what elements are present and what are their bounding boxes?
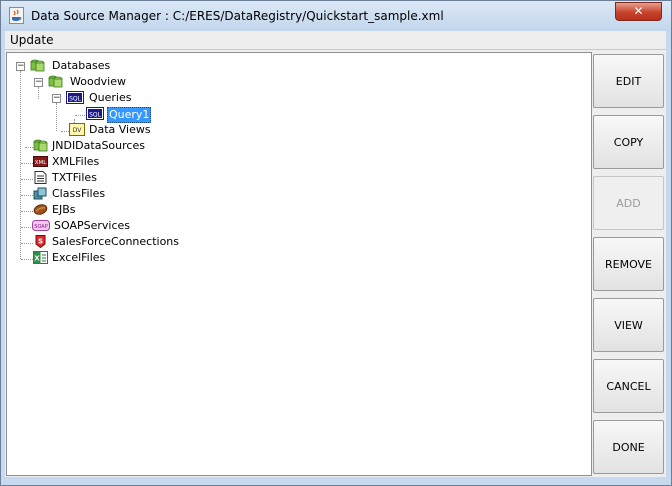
tree-item-woodview[interactable]: Woodview [70, 75, 126, 89]
tree-item-ejbs[interactable]: EJBs [52, 203, 75, 217]
svg-text:SQL: SQL [69, 96, 82, 103]
tree-connector [21, 163, 33, 164]
tree-connector [21, 211, 33, 212]
edit-button[interactable]: EDIT [593, 54, 664, 108]
text-file-icon [34, 171, 47, 184]
close-icon: ✕ [633, 4, 644, 18]
tree-item-soap-services[interactable]: SOAPServices [54, 219, 130, 233]
tree-connector [56, 103, 57, 131]
tree-connector [21, 243, 33, 244]
tree-connector [21, 179, 33, 180]
tree-connector [21, 259, 33, 260]
tree-item-xml-files[interactable]: XMLFiles [52, 155, 99, 169]
tree-connector [21, 195, 33, 196]
class-file-icon [33, 187, 47, 200]
sql-query-icon: SQL [86, 107, 104, 120]
add-button[interactable]: ADD [593, 176, 664, 230]
tree-item-excel-files[interactable]: ExcelFiles [52, 251, 105, 265]
tree-item-class-files[interactable]: ClassFiles [52, 187, 105, 201]
tree-item-txt-files[interactable]: TXTFiles [52, 171, 97, 185]
menu-update[interactable]: Update [10, 33, 53, 47]
tree-connector [20, 71, 21, 259]
copy-button[interactable]: COPY [593, 115, 664, 169]
svg-text:XML: XML [35, 160, 48, 166]
title-bar[interactable]: Data Source Manager : C:/ERES/DataRegist… [1, 1, 671, 31]
tree-item-queries[interactable]: Queries [89, 91, 131, 105]
tree-item-query1[interactable]: Query1 [107, 107, 152, 123]
done-button[interactable]: DONE [593, 420, 664, 474]
jndi-database-icon [33, 139, 48, 152]
tree-connector [61, 131, 69, 132]
window-title: Data Source Manager : C:/ERES/DataRegist… [31, 9, 444, 23]
xml-file-icon: XML [33, 156, 48, 167]
cancel-button[interactable]: CANCEL [593, 359, 664, 413]
ejb-bean-icon [33, 204, 48, 215]
tree-item-salesforce-connections[interactable]: SalesForceConnections [52, 235, 179, 249]
remove-button[interactable]: REMOVE [593, 237, 664, 291]
queries-collapse-toggle[interactable]: − [52, 94, 61, 103]
data-source-manager-window: Data Source Manager : C:/ERES/DataRegist… [0, 0, 672, 486]
salesforce-icon: S [35, 235, 46, 248]
tree-item-jndi-data-sources[interactable]: JNDIDataSources [52, 139, 145, 153]
tree-connector [38, 87, 39, 99]
databases-collapse-toggle[interactable]: − [16, 62, 25, 71]
svg-text:SOAP: SOAP [34, 224, 47, 230]
menu-bar: Update [5, 31, 666, 50]
tree-connector [25, 147, 33, 148]
svg-text:SQL: SQL [89, 112, 102, 119]
client-area: − Databases − Woodview − SQL Queries SQL… [5, 50, 666, 477]
data-view-icon: DV [69, 123, 85, 136]
svg-text:DV: DV [73, 127, 83, 134]
view-button[interactable]: VIEW [593, 298, 664, 352]
svg-text:S: S [38, 238, 43, 246]
action-buttons: EDIT COPY ADD REMOVE VIEW CANCEL DONE [593, 54, 666, 476]
svg-text:X: X [34, 255, 40, 263]
sql-folder-icon: SQL [66, 91, 84, 104]
excel-file-icon: X [33, 251, 48, 264]
woodview-collapse-toggle[interactable]: − [34, 78, 43, 87]
database-icon [30, 59, 45, 72]
java-app-icon [9, 7, 24, 24]
database-icon [48, 75, 63, 88]
data-source-tree[interactable]: − Databases − Woodview − SQL Queries SQL… [6, 52, 592, 476]
tree-item-data-views[interactable]: Data Views [89, 123, 151, 137]
tree-item-databases[interactable]: Databases [52, 59, 110, 73]
close-button[interactable]: ✕ [615, 2, 662, 21]
soap-service-icon: SOAP [32, 220, 50, 231]
